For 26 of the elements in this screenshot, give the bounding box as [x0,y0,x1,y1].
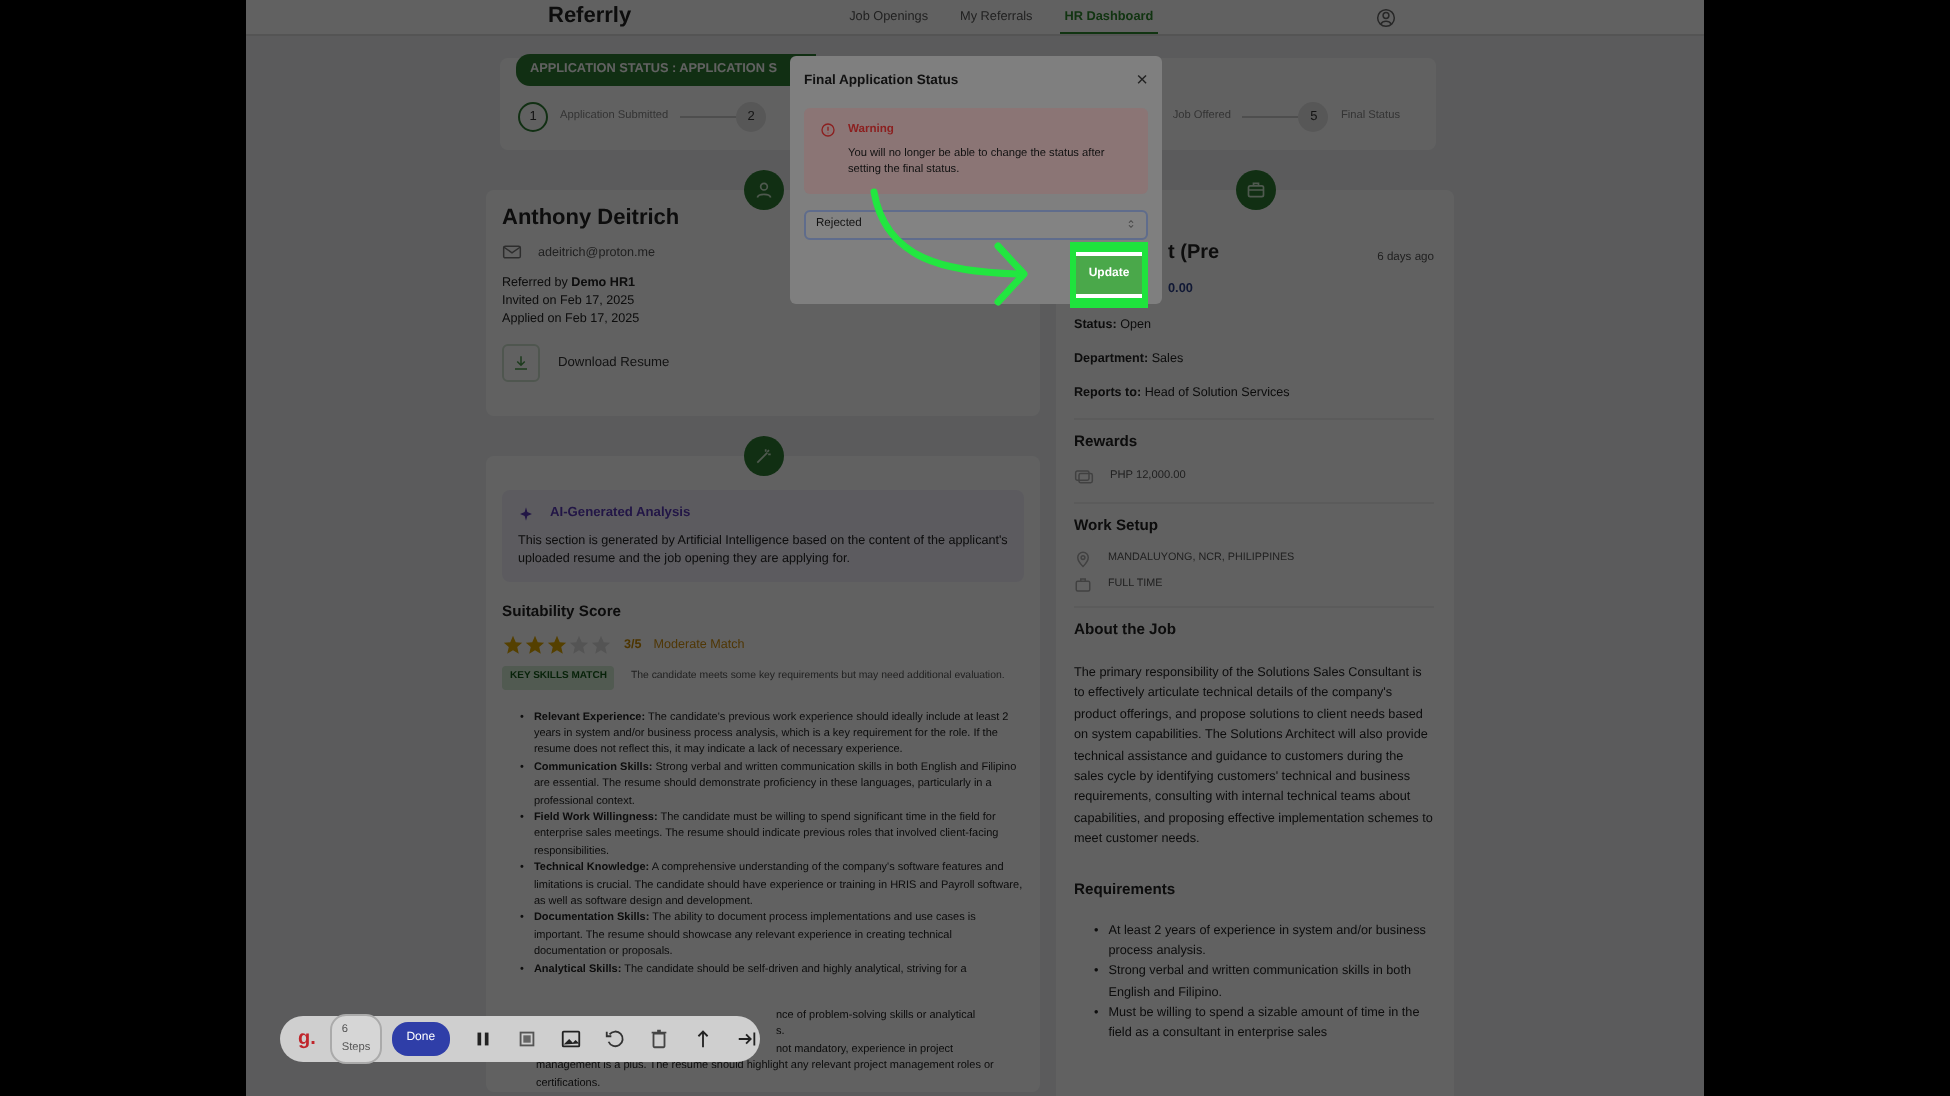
sparkle-icon [518,505,534,522]
briefcase-icon [1235,170,1275,210]
mail-icon [502,242,522,263]
close-button[interactable]: × [1136,74,1148,91]
undo-icon[interactable] [603,1028,626,1050]
app-logo: g. [298,1026,316,1054]
brand-logo[interactable]: Referrly [548,0,632,34]
warning-icon [820,122,836,139]
profile-icon[interactable] [1376,7,1396,27]
skip-icon[interactable] [735,1028,758,1050]
trash-icon[interactable] [647,1028,670,1050]
caret-icon [1126,218,1136,231]
stop-icon[interactable] [515,1028,538,1050]
location-icon [1074,549,1092,568]
job-title: t (Pre [1168,240,1220,268]
briefcase-icon [1074,575,1092,594]
star-icon [568,634,590,656]
download-icon [512,354,530,373]
person-icon [743,170,783,210]
star-icon [546,634,568,656]
candidate-name: Anthony Deitrich [502,206,680,233]
money-icon [1074,465,1094,486]
star-icon [502,634,524,656]
wand-icon [743,436,783,476]
star-icon [524,634,546,656]
image-icon[interactable] [559,1028,582,1050]
